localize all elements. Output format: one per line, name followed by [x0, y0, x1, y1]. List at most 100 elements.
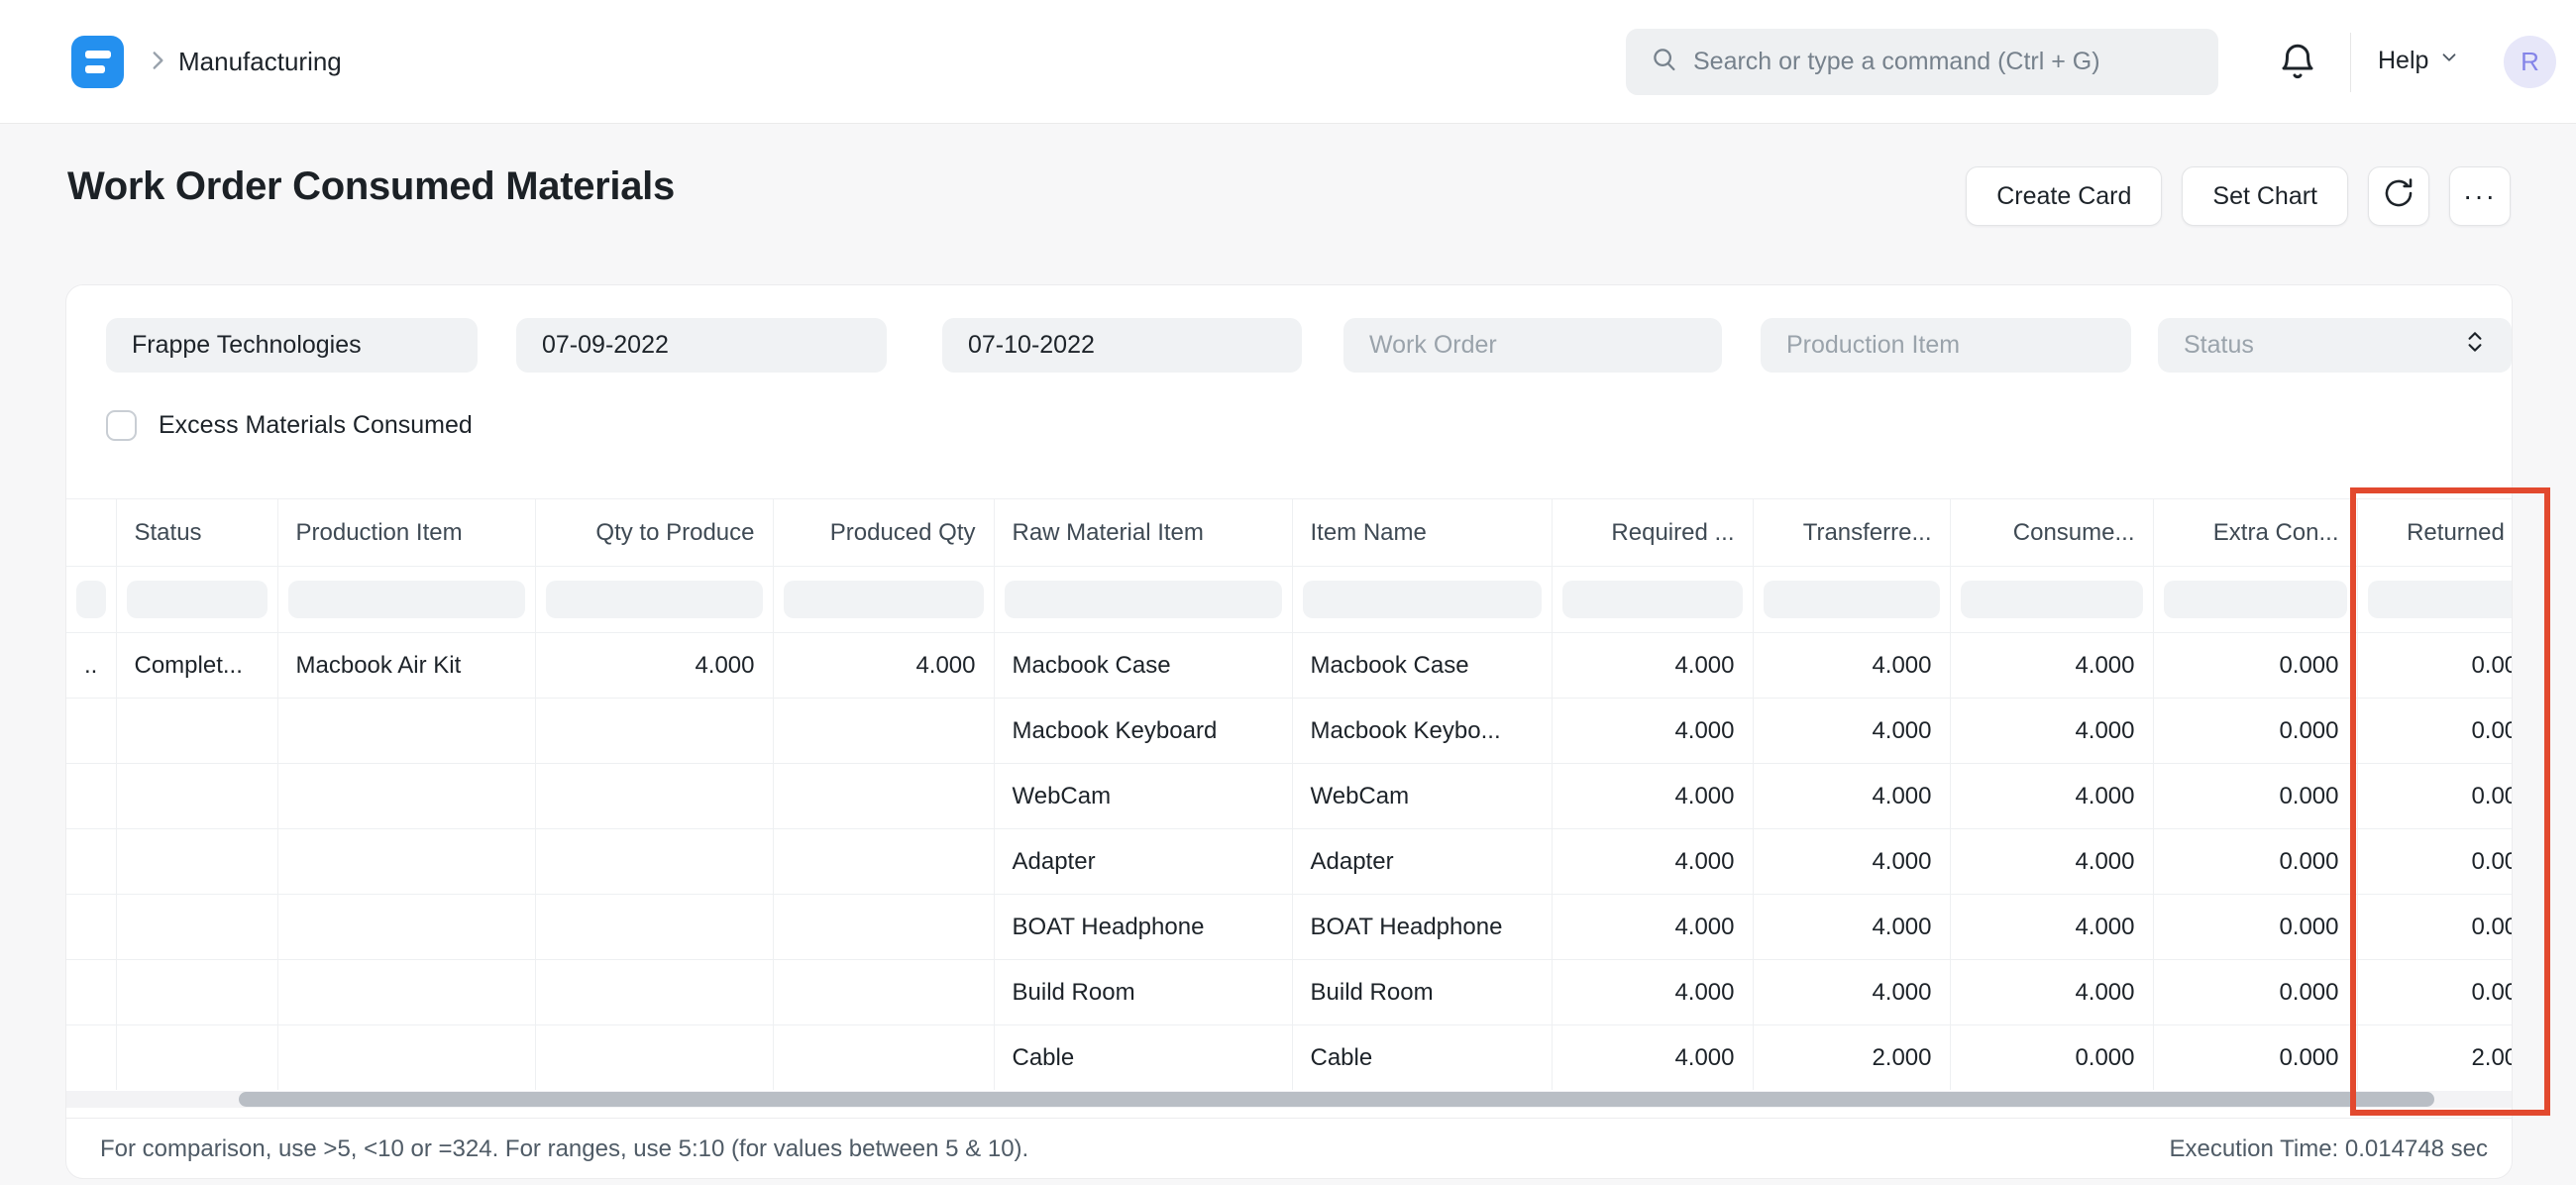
cell-produced-qty — [772, 828, 995, 895]
cell-produced-qty — [772, 698, 995, 764]
column-header-extra-con[interactable]: Extra Con... — [2152, 498, 2358, 567]
cell-raw-material-item: BOAT Headphone — [993, 894, 1293, 960]
report-footer: For comparison, use >5, <10 or =324. For… — [66, 1118, 2512, 1178]
scrollbar-thumb[interactable] — [239, 1092, 2434, 1107]
set-chart-button[interactable]: Set Chart — [2182, 166, 2348, 226]
cell-item-name: Macbook Keybo... — [1291, 698, 1553, 764]
cell-consumed: 4.000 — [1949, 763, 2154, 829]
column-filter-input[interactable] — [1763, 581, 1940, 618]
to-date-filter[interactable] — [942, 318, 1302, 373]
column-filter-input[interactable] — [2163, 581, 2347, 618]
column-filter-input[interactable] — [287, 581, 525, 618]
breadcrumb[interactable]: Manufacturing — [178, 47, 342, 77]
cell-extra: 0.000 — [2152, 698, 2358, 764]
cell-transferred: 4.000 — [1752, 698, 1951, 764]
cell-qty-to-produce — [534, 828, 774, 895]
column-filter-input[interactable] — [1302, 581, 1542, 618]
cell-status — [115, 894, 278, 960]
production-item-filter[interactable] — [1761, 318, 2131, 373]
cell-wo — [66, 763, 117, 829]
status-filter-placeholder: Status — [2184, 331, 2254, 359]
cell-qty-to-produce — [534, 1024, 774, 1090]
column-filter-input[interactable] — [545, 581, 763, 618]
cell-required: 4.000 — [1551, 828, 1754, 895]
cell-returned: 0.000 — [2356, 698, 2512, 764]
column-filter-input[interactable] — [1004, 581, 1282, 618]
column-header-returned[interactable]: Returned ... — [2356, 498, 2512, 567]
notifications-bell-icon[interactable] — [2277, 40, 2318, 88]
search-input[interactable] — [1693, 48, 2208, 76]
column-header-produced-qty[interactable]: Produced Qty — [772, 498, 995, 567]
column-filter-row — [66, 566, 2512, 633]
cell-produced-qty — [772, 1024, 995, 1090]
cell-returned: 2.000 — [2356, 1024, 2512, 1090]
column-header-transferre[interactable]: Transferre... — [1752, 498, 1951, 567]
cell-transferred: 4.000 — [1752, 894, 1951, 960]
cell-required: 4.000 — [1551, 1024, 1754, 1090]
column-header-qty-to-produce[interactable]: Qty to Produce — [534, 498, 774, 567]
cell-extra: 0.000 — [2152, 763, 2358, 829]
column-filter-input[interactable] — [126, 581, 268, 618]
cell-extra: 0.000 — [2152, 894, 2358, 960]
cell-qty-to-produce — [534, 894, 774, 960]
column-header-consume[interactable]: Consume... — [1949, 498, 2154, 567]
work-order-filter[interactable] — [1343, 318, 1722, 373]
cell-extra: 0.000 — [2152, 828, 2358, 895]
help-label: Help — [2378, 47, 2429, 74]
table-row: CableCable4.0002.0000.0000.0002.000 — [66, 1024, 2512, 1090]
more-options-button[interactable]: ··· — [2449, 166, 2511, 226]
horizontal-scrollbar[interactable] — [66, 1091, 2512, 1108]
cell-qty-to-produce — [534, 763, 774, 829]
cell-returned: 0.000 — [2356, 828, 2512, 895]
cell-item-name: Adapter — [1291, 828, 1553, 895]
cell-raw-material-item: Macbook Keyboard — [993, 698, 1293, 764]
ellipsis-icon: ··· — [2463, 180, 2497, 211]
report-table: Status Production Item Qty to Produce Produ… — [66, 498, 2512, 1090]
column-filter-input[interactable] — [783, 581, 984, 618]
table-row: BOAT Headphone BOAT Headphone 4.000 4.000 4.… — [66, 894, 2512, 960]
cell-item-name: Cable — [1291, 1024, 1553, 1090]
column-filter-input[interactable] — [1960, 581, 2143, 618]
cell-qty-to-produce — [534, 959, 774, 1025]
column-filter-input[interactable] — [76, 581, 106, 618]
global-search[interactable] — [1626, 29, 2218, 95]
cell-status — [115, 1024, 278, 1090]
column-header-status[interactable]: Status — [115, 498, 278, 567]
cell-item-name: BOAT Headphone — [1291, 894, 1553, 960]
search-icon — [1650, 45, 1679, 79]
cell-production-item — [276, 828, 536, 895]
from-date-filter[interactable] — [516, 318, 887, 373]
avatar-initial: R — [2521, 47, 2539, 76]
cell-raw-material-item: Macbook Case — [993, 632, 1293, 699]
column-header-item-name[interactable]: Item Name — [1291, 498, 1553, 567]
refresh-button[interactable] — [2368, 166, 2429, 226]
cell-required: 4.000 — [1551, 698, 1754, 764]
cell-wo — [66, 959, 117, 1025]
cell-produced-qty — [772, 894, 995, 960]
cell-returned: 0.000 — [2356, 894, 2512, 960]
column-header-raw-material-item[interactable]: Raw Material Item — [993, 498, 1293, 567]
help-menu[interactable]: Help — [2378, 47, 2460, 75]
cell-item-name: Macbook Case — [1291, 632, 1553, 699]
cell-raw-material-item: Build Room — [993, 959, 1293, 1025]
excess-materials-checkbox[interactable] — [106, 410, 137, 441]
create-card-button[interactable]: Create Card — [1966, 166, 2163, 226]
status-filter[interactable]: Status — [2158, 318, 2512, 373]
cell-required: 4.000 — [1551, 763, 1754, 829]
cell-required: 4.000 — [1551, 894, 1754, 960]
user-avatar[interactable]: R — [2504, 36, 2556, 88]
column-filter-input[interactable] — [1561, 581, 1743, 618]
column-filter-input[interactable] — [2367, 581, 2512, 618]
column-header-blank[interactable] — [66, 498, 117, 567]
cell-produced-qty — [772, 763, 995, 829]
navbar: Manufacturing Help R — [0, 0, 2576, 124]
table-row: .. Complet... Macbook Air Kit 4.000 4.000 Mac… — [66, 632, 2512, 699]
erpnext-logo-icon[interactable] — [71, 36, 124, 88]
cell-returned: 0.000 — [2356, 959, 2512, 1025]
column-header-production-item[interactable]: Production Item — [276, 498, 536, 567]
cell-production-item — [276, 894, 536, 960]
cell-status — [115, 828, 278, 895]
column-header-required[interactable]: Required ... — [1551, 498, 1754, 567]
company-filter[interactable] — [106, 318, 478, 373]
cell-consumed: 4.000 — [1949, 959, 2154, 1025]
